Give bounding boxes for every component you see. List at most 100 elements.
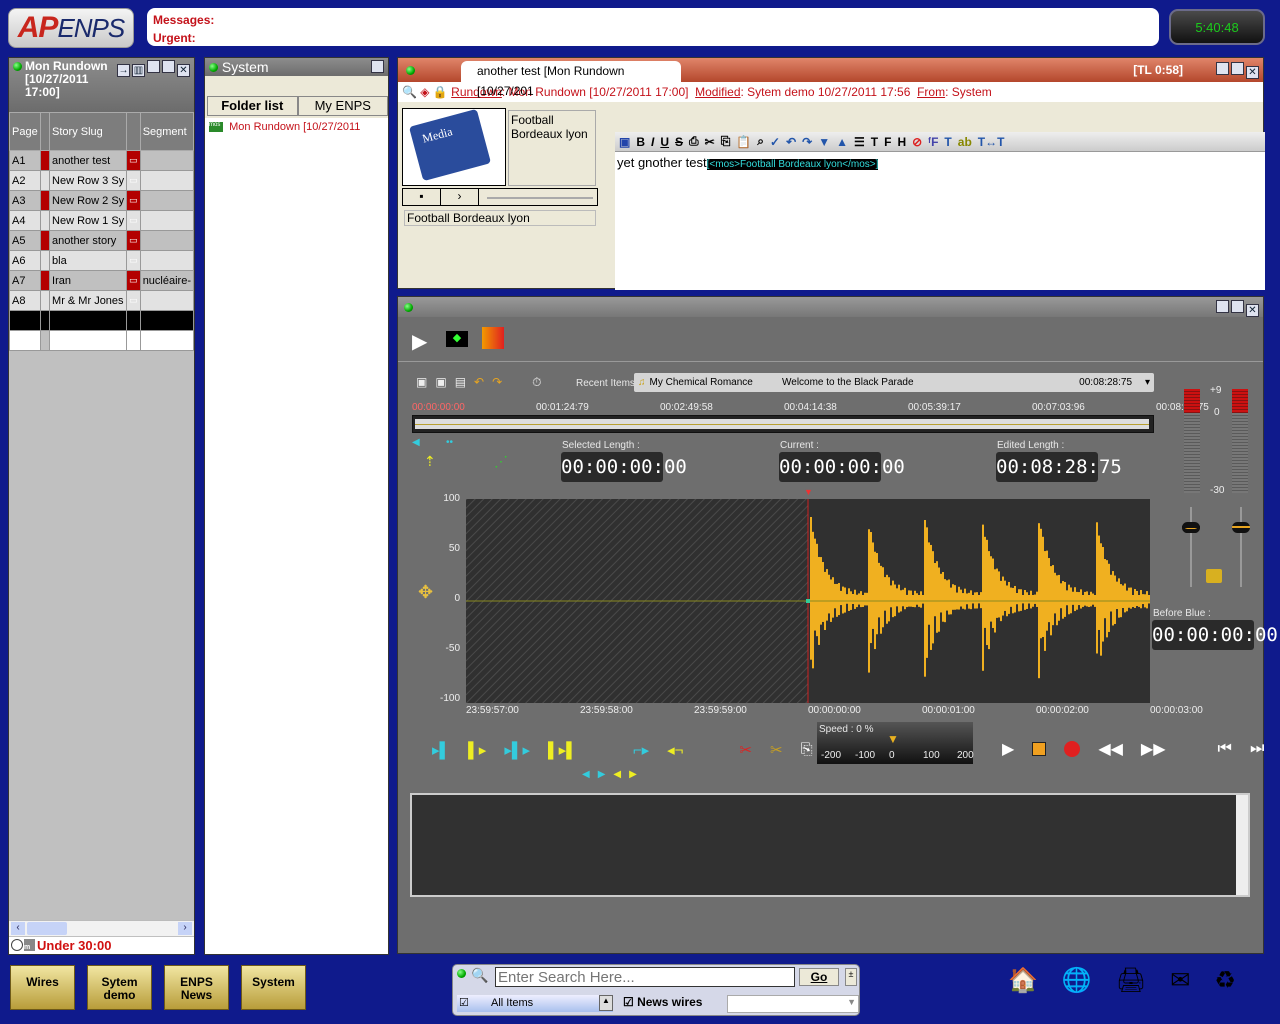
- cut-icon[interactable]: ✂: [705, 135, 715, 149]
- record-button[interactable]: [1064, 741, 1081, 757]
- nudge-left-icon[interactable]: ◀: [582, 769, 590, 780]
- undo-icon[interactable]: ↶: [474, 375, 484, 390]
- close-icon[interactable]: ✕: [1246, 304, 1259, 317]
- go-to-start-button[interactable]: ⏮: [1218, 740, 1232, 758]
- folder-item[interactable]: mos Mon Rundown [10/27/2011: [205, 118, 388, 136]
- copy-icon[interactable]: ⎘: [801, 741, 813, 759]
- notes-area[interactable]: [410, 793, 1250, 897]
- fade-out-icon[interactable]: ◂¬: [667, 741, 683, 759]
- go-to-end-button[interactable]: ⏭: [1250, 740, 1264, 758]
- footer-icon[interactable]: F: [884, 135, 891, 149]
- strikethrough-button[interactable]: S: [675, 135, 683, 149]
- voice-icon[interactable]: [482, 327, 504, 349]
- horizontal-scrollbar[interactable]: ‹ ›: [9, 920, 194, 936]
- redo-icon[interactable]: ↷: [492, 375, 502, 390]
- home-icon[interactable]: 🏠: [1008, 966, 1038, 995]
- speed-control[interactable]: Speed : 0 % ▼ -200 -100 0 100 200: [817, 722, 974, 764]
- slug-cell[interactable]: Iran: [49, 270, 128, 291]
- table-row[interactable]: A1 another test ▭: [9, 150, 195, 171]
- fader-right-handle[interactable]: [1232, 522, 1250, 533]
- filter-dropdown[interactable]: All Items ☑: [457, 995, 613, 1012]
- search-icon[interactable]: 🔍: [471, 967, 488, 984]
- table-row[interactable]: A7 Iran ▭ nucléaire-: [9, 270, 195, 291]
- fade-in-icon[interactable]: ⌐▸: [633, 741, 649, 759]
- table-row[interactable]: A5 another story ▭: [9, 230, 195, 251]
- play-button[interactable]: ▶: [1002, 739, 1014, 759]
- network-icon[interactable]: 🌐: [1062, 966, 1092, 995]
- col-segment[interactable]: Segment: [139, 112, 195, 151]
- recycle-bin-icon[interactable]: ♻: [1214, 966, 1236, 995]
- italic-button[interactable]: I: [651, 135, 654, 149]
- close-icon[interactable]: ✕: [177, 64, 190, 77]
- speed-pointer-icon[interactable]: ▼: [887, 732, 899, 746]
- slug-cell[interactable]: New Row 2 Sy: [49, 190, 128, 211]
- pan-arrows-icon[interactable]: ✥: [418, 583, 433, 601]
- spellcheck-icon[interactable]: ✓: [770, 135, 780, 149]
- mos-object-icon[interactable]: ▭: [126, 150, 141, 171]
- segment-cell[interactable]: [139, 190, 195, 211]
- col-page[interactable]: Page: [9, 112, 41, 151]
- restore-icon[interactable]: [371, 60, 384, 73]
- slug-cell[interactable]: another test: [49, 150, 128, 171]
- bold-button[interactable]: B: [636, 135, 645, 149]
- markers-icon[interactable]: ••: [446, 437, 453, 448]
- stop-button[interactable]: ▪: [403, 189, 441, 205]
- paste-icon[interactable]: 📋: [736, 135, 751, 149]
- mark-out-icon[interactable]: ▌▸: [468, 741, 486, 759]
- eye-icon[interactable]: ◈: [420, 85, 429, 99]
- fader-left-handle[interactable]: [1182, 522, 1200, 533]
- table-row[interactable]: A2 New Row 3 Sy ▭: [9, 170, 195, 191]
- undo-icon[interactable]: ↶: [786, 135, 796, 149]
- table-row[interactable]: A8 Mr & Mr Jones ▭: [9, 290, 195, 311]
- mos-object-icon[interactable]: ▭: [126, 290, 141, 311]
- stop-button[interactable]: [1032, 742, 1047, 756]
- trim-icon[interactable]: ✂: [770, 741, 783, 759]
- folder-shortcut[interactable]: Sytem demo: [87, 965, 152, 1010]
- no-icon[interactable]: ⊘: [912, 135, 922, 149]
- save-icon[interactable]: ▣: [619, 135, 630, 149]
- fast-forward-button[interactable]: ▶▶: [1141, 739, 1166, 759]
- timeline-overview[interactable]: [412, 415, 1154, 433]
- checkbox[interactable]: ☑: [459, 995, 469, 1012]
- vertical-scrollbar[interactable]: [1236, 795, 1248, 895]
- chevron-up-icon[interactable]: ▲: [599, 995, 613, 1011]
- stopwatch-icon[interactable]: ⏱: [532, 375, 541, 390]
- maximize-icon[interactable]: [1216, 300, 1229, 313]
- mos-tag[interactable]: [<mos>Football Bordeaux lyon</mos>]: [706, 159, 879, 170]
- waveform-canvas[interactable]: [466, 499, 1150, 703]
- segment-cell[interactable]: nucléaire-: [139, 270, 195, 291]
- segment-cell[interactable]: [139, 210, 195, 231]
- col-story-slug[interactable]: Story Slug: [49, 112, 128, 151]
- media-slider[interactable]: [479, 189, 597, 205]
- recent-items-dropdown[interactable]: ♫ My Chemical Romance Welcome to the Blac…: [634, 373, 1154, 392]
- nudge-right-out-icon[interactable]: ▶: [629, 769, 637, 780]
- story-tab[interactable]: another test [Mon Rundown [10/27/201: [461, 61, 681, 98]
- lock-icon[interactable]: [1206, 569, 1222, 583]
- cut-icon[interactable]: ✂: [739, 741, 752, 759]
- story-editor[interactable]: ▣ B I U S ⎙ ✂ ⎘ 📋 ⌕ ✓ ↶ ↷ ▼ ▲ ☰ T F H ⊘ …: [615, 132, 1265, 290]
- media-thumbnail[interactable]: Media: [402, 108, 506, 186]
- redo-icon[interactable]: ↷: [802, 135, 812, 149]
- printer-icon[interactable]: 🖨: [1116, 966, 1146, 995]
- scroll-right-icon[interactable]: ›: [178, 922, 192, 935]
- marker-left-icon[interactable]: ◀: [412, 437, 420, 448]
- story-body[interactable]: yet gnother test[<mos>Football Bordeaux …: [615, 152, 1265, 173]
- print-icon[interactable]: ⎙: [689, 134, 699, 149]
- insert-marker-icon[interactable]: ⇡: [424, 453, 436, 470]
- table-row[interactable]: A4 New Row 1 Sy ▭: [9, 210, 195, 231]
- table-row[interactable]: A6 bla ▭: [9, 250, 195, 271]
- mos-object-icon[interactable]: ▭: [126, 270, 141, 291]
- waveform-icon[interactable]: ◆: [446, 331, 468, 347]
- header-icon[interactable]: H: [897, 135, 906, 149]
- slug-cell[interactable]: another story: [49, 230, 128, 251]
- news-wires-checkbox[interactable]: ☑ News wires: [623, 995, 702, 1009]
- split-icon[interactable]: ☰: [854, 135, 865, 149]
- font-icon[interactable]: ᶠF: [928, 135, 938, 149]
- tab-folder-list[interactable]: Folder list: [207, 96, 298, 116]
- table-row[interactable]: A3 New Row 2 Sy ▭: [9, 190, 195, 211]
- go-button[interactable]: Go: [799, 968, 839, 986]
- move-down-icon[interactable]: ▼: [818, 135, 830, 149]
- wires-dropdown[interactable]: ▼: [727, 995, 859, 1013]
- search-input[interactable]: [495, 967, 795, 987]
- mos-object-icon[interactable]: ▭: [126, 230, 141, 251]
